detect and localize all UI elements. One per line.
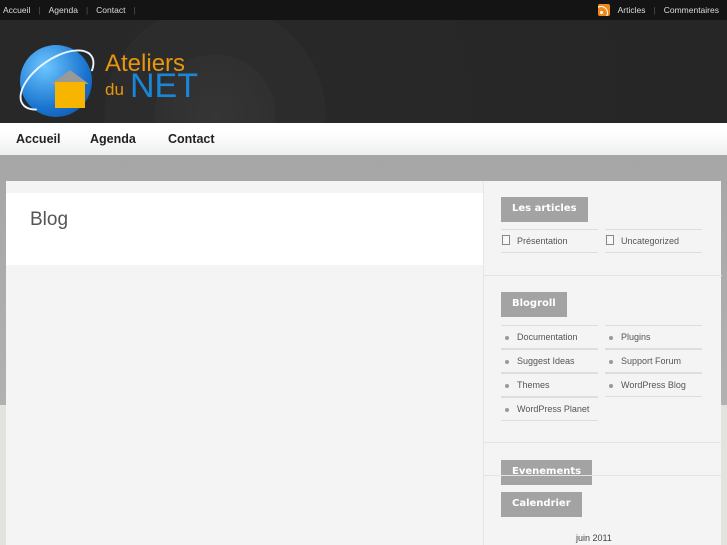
blogroll-link[interactable]: Plugins bbox=[605, 325, 702, 349]
main-nav: Accueil Agenda Contact bbox=[0, 123, 727, 155]
nav-contact[interactable]: Contact bbox=[168, 132, 215, 146]
calendar-month: juin 2011 bbox=[576, 533, 612, 543]
blogroll-link[interactable]: WordPress Blog bbox=[605, 373, 702, 397]
widget-title-calendrier: Calendrier bbox=[501, 492, 582, 517]
category-link[interactable]: Présentation bbox=[501, 229, 598, 253]
articles-feed-link[interactable]: Articles bbox=[618, 5, 646, 15]
nav-accueil[interactable]: Accueil bbox=[16, 132, 60, 146]
top-link-accueil[interactable]: Accueil bbox=[3, 5, 30, 15]
blogroll-link[interactable]: Themes bbox=[501, 373, 598, 397]
blogroll-link[interactable]: Support Forum bbox=[605, 349, 702, 373]
document-icon bbox=[502, 235, 510, 245]
nav-agenda[interactable]: Agenda bbox=[90, 132, 136, 146]
top-bar: Accueil | Agenda | Contact | Articles | Comm… bbox=[0, 0, 727, 20]
content-area: Blog Les articles Présentation Uncategor… bbox=[6, 181, 722, 545]
blogroll-link[interactable]: WordPress Planet bbox=[501, 397, 598, 421]
logo-text-du: du bbox=[105, 80, 124, 99]
site-header: Ateliers du NET bbox=[0, 20, 727, 123]
blogroll-link[interactable]: Suggest Ideas bbox=[501, 349, 598, 373]
top-link-contact[interactable]: Contact bbox=[96, 5, 125, 15]
blogroll-link[interactable]: Documentation bbox=[501, 325, 598, 349]
top-link-agenda[interactable]: Agenda bbox=[49, 5, 78, 15]
logo-text-net: NET bbox=[130, 67, 198, 105]
sidebar: Les articles Présentation Uncategorized … bbox=[483, 181, 722, 545]
category-link[interactable]: Uncategorized bbox=[605, 229, 702, 253]
document-icon bbox=[606, 235, 614, 245]
widget-title-evenements: Evenements bbox=[501, 460, 593, 485]
widget-title-blogroll: Blogroll bbox=[501, 292, 567, 317]
widget-title-articles: Les articles bbox=[501, 197, 588, 222]
rss-icon[interactable] bbox=[597, 4, 610, 16]
comments-feed-link[interactable]: Commentaires bbox=[664, 5, 719, 15]
page-title: Blog bbox=[30, 209, 69, 230]
